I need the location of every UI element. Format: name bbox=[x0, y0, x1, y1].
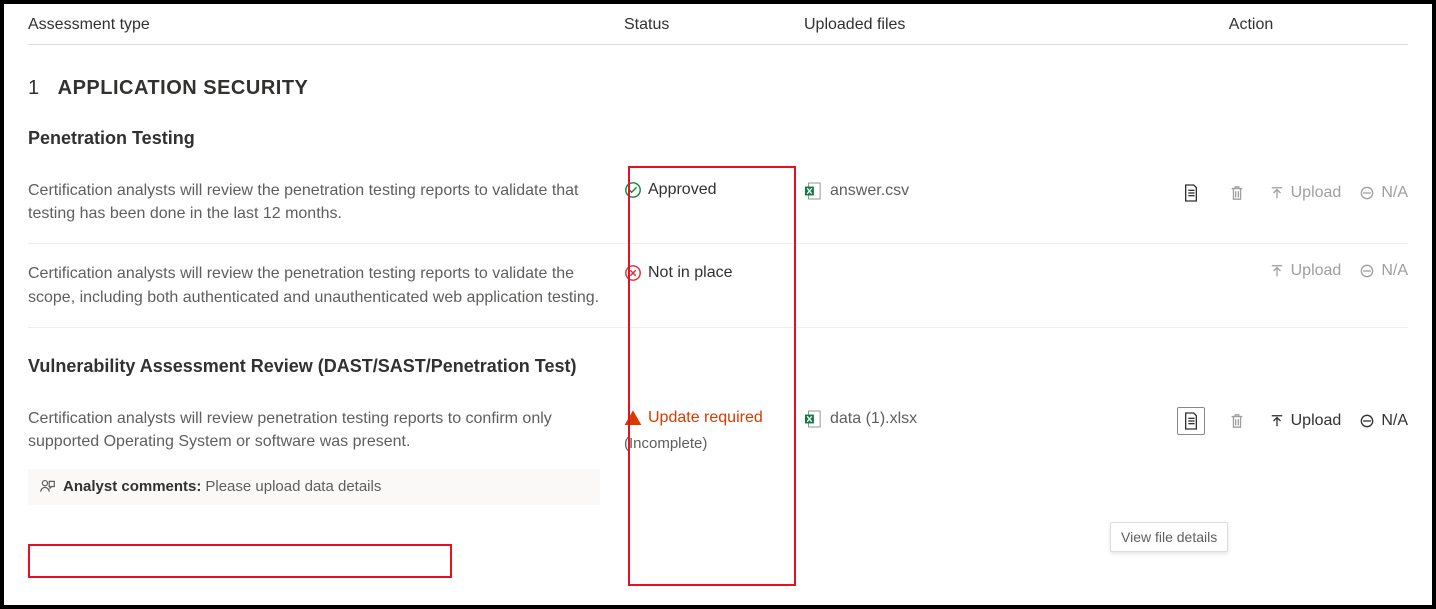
assessment-description: Certification analysts will review the p… bbox=[28, 262, 624, 308]
group-heading-penetration-testing: Penetration Testing bbox=[28, 128, 1408, 149]
upload-label: Upload bbox=[1291, 412, 1342, 430]
checkmark-circle-icon bbox=[624, 181, 642, 199]
excel-file-icon bbox=[804, 409, 822, 429]
status-subtext: (Incomplete) bbox=[624, 435, 804, 452]
group-heading-vulnerability-review: Vulnerability Assessment Review (DAST/SA… bbox=[28, 356, 1408, 377]
file-cell: data (1).xlsx bbox=[804, 407, 1094, 429]
status-text: Approved bbox=[648, 181, 717, 199]
upload-icon bbox=[1269, 263, 1285, 279]
upload-icon bbox=[1269, 413, 1285, 429]
assessment-description: Certification analysts will review the p… bbox=[28, 179, 624, 225]
warning-triangle-icon bbox=[624, 409, 642, 427]
x-circle-icon bbox=[624, 264, 642, 282]
upload-label: Upload bbox=[1291, 184, 1342, 202]
upload-button: Upload bbox=[1269, 184, 1342, 202]
delete-file-button[interactable] bbox=[1223, 407, 1251, 435]
file-name[interactable]: data (1).xlsx bbox=[830, 410, 917, 428]
header-assessment-type: Assessment type bbox=[28, 16, 624, 34]
header-status: Status bbox=[624, 16, 804, 34]
column-headers: Assessment type Status Uploaded files Ac… bbox=[28, 12, 1408, 45]
assessment-row: Certification analysts will review penet… bbox=[28, 389, 1408, 509]
status-cell: Approved bbox=[624, 179, 804, 199]
assessment-panel: Assessment type Status Uploaded files Ac… bbox=[0, 0, 1436, 609]
file-cell: answer.csv bbox=[804, 179, 1094, 201]
header-uploaded-files: Uploaded files bbox=[804, 16, 1094, 34]
action-cell: Upload N/A bbox=[1094, 262, 1408, 280]
na-label: N/A bbox=[1381, 412, 1408, 430]
na-button: N/A bbox=[1359, 184, 1408, 202]
annotation-highlight-analyst-comment bbox=[28, 544, 452, 578]
comment-person-icon bbox=[39, 478, 57, 496]
section-number: 1 bbox=[28, 77, 40, 100]
excel-file-icon bbox=[804, 181, 822, 201]
analyst-comment-box: Analyst comments: Please upload data det… bbox=[28, 469, 600, 505]
action-cell: Upload N/A bbox=[1094, 179, 1408, 207]
assessment-description: Certification analysts will review penet… bbox=[28, 407, 600, 453]
na-label: N/A bbox=[1381, 184, 1408, 202]
status-text: Not in place bbox=[648, 264, 733, 282]
file-name[interactable]: answer.csv bbox=[830, 182, 909, 200]
section-name: APPLICATION SECURITY bbox=[58, 77, 309, 100]
upload-button[interactable]: Upload bbox=[1269, 412, 1342, 430]
action-cell: Upload N/A bbox=[1094, 407, 1408, 435]
na-icon bbox=[1359, 263, 1375, 279]
na-label: N/A bbox=[1381, 262, 1408, 280]
section-title: 1 APPLICATION SECURITY bbox=[28, 77, 1408, 100]
assessment-row: Certification analysts will review the p… bbox=[28, 161, 1408, 244]
analyst-comment-label: Analyst comments: bbox=[63, 476, 201, 498]
status-cell: Update required (Incomplete) bbox=[624, 407, 804, 452]
na-button: N/A bbox=[1359, 262, 1408, 280]
file-cell bbox=[804, 262, 1094, 264]
status-text: Update required bbox=[648, 409, 763, 427]
assessment-description-wrap: Certification analysts will review penet… bbox=[28, 407, 624, 505]
analyst-comment-text: Please upload data details bbox=[205, 476, 381, 498]
upload-icon bbox=[1269, 185, 1285, 201]
view-file-details-button[interactable] bbox=[1177, 407, 1205, 435]
status-cell: Not in place bbox=[624, 262, 804, 282]
na-icon bbox=[1359, 185, 1375, 201]
assessment-row: Certification analysts will review the p… bbox=[28, 244, 1408, 327]
header-action: Action bbox=[1094, 16, 1408, 34]
na-button[interactable]: N/A bbox=[1359, 412, 1408, 430]
upload-label: Upload bbox=[1291, 262, 1342, 280]
delete-file-button[interactable] bbox=[1223, 179, 1251, 207]
view-file-details-button[interactable] bbox=[1177, 179, 1205, 207]
view-file-details-tooltip: View file details bbox=[1110, 522, 1228, 552]
na-icon bbox=[1359, 413, 1375, 429]
upload-button: Upload bbox=[1269, 262, 1342, 280]
